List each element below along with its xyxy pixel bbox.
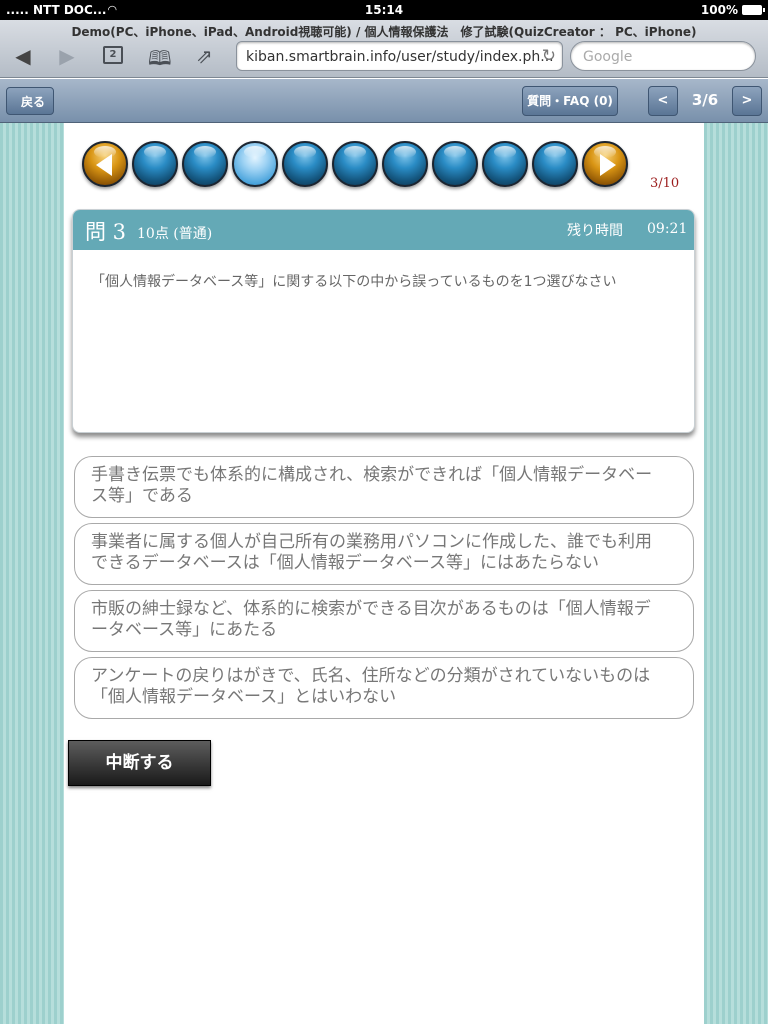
suspend-button[interactable]: 中断する [68, 740, 211, 786]
page-indicator: 3/6 [691, 91, 719, 109]
search-placeholder: Google [583, 49, 633, 65]
answer-choice-4[interactable]: アンケートの戻りはがきで、氏名、住所などの分類がされていないものは「個人情報デー… [74, 657, 694, 719]
remaining-time: 09:21 [647, 221, 688, 237]
address-bar[interactable]: kiban.smartbrain.info/user/study/index.p… [236, 41, 563, 71]
browser-page-title: Demo(PC、iPhone、iPad、Android視聴可能) / 個人情報保… [71, 25, 697, 39]
question-dot-4[interactable] [282, 141, 328, 187]
question-number: 問 3 [85, 220, 127, 244]
reload-icon[interactable]: ↻ [542, 46, 556, 66]
prev-page-button[interactable]: < [648, 86, 678, 116]
remaining-time-label: 残り時間 [567, 223, 623, 239]
clock: 15:14 [364, 3, 404, 17]
browser-forward-button[interactable]: ▶ [52, 43, 82, 69]
right-stripe-border [704, 123, 768, 1024]
question-progress-count: 3/10 [650, 176, 680, 191]
question-dot-3[interactable] [232, 141, 278, 187]
battery-icon [742, 5, 765, 15]
next-page-button[interactable]: > [732, 86, 762, 116]
question-dot-5[interactable] [332, 141, 378, 187]
answer-choice-2[interactable]: 事業者に属する個人が自己所有の業務用パソコンに作成した、誰でも利用できるデータベ… [74, 523, 694, 585]
question-dot-2[interactable] [182, 141, 228, 187]
question-dot-9[interactable] [532, 141, 578, 187]
next-question-arrow-icon[interactable] [582, 141, 628, 187]
app-toolbar: 戻る 質問・FAQ (0) < 3/6 > [0, 79, 768, 123]
question-text: 「個人情報データベース等」に関する以下の中から誤っているものを1つ選びなさい [91, 274, 617, 290]
back-button[interactable]: 戻る [6, 87, 55, 115]
browser-back-button[interactable]: ◀ [8, 43, 38, 69]
search-input[interactable]: Google [570, 41, 756, 71]
status-bar: ..... NTT DOC... ◠ 15:14 100% [0, 0, 768, 20]
answer-choice-1[interactable]: 手書き伝票でも体系的に構成され、検索ができれば「個人情報データベース等」である [74, 456, 694, 518]
question-card: 問 3 10点 (普通) 残り時間 09:21 「個人情報データベース等」に関す… [72, 209, 695, 433]
battery-percent: 100% [700, 3, 738, 17]
question-points: 10点 (普通) [137, 226, 213, 242]
question-dot-6[interactable] [382, 141, 428, 187]
question-dot-8[interactable] [482, 141, 528, 187]
question-header: 問 3 10点 (普通) 残り時間 09:21 [73, 210, 694, 250]
left-stripe-border [0, 123, 64, 1024]
answer-choice-3[interactable]: 市販の紳士録など、体系的に検索ができる目次があるものは「個人情報データベース等」… [74, 590, 694, 652]
url-text: kiban.smartbrain.info/user/study/index.p… [246, 49, 554, 65]
quiz-content: 3/10 問 3 10点 (普通) 残り時間 09:21 「個人情報データベース… [64, 123, 704, 1024]
share-icon[interactable]: ⇗ [196, 44, 213, 68]
prev-question-arrow-icon[interactable] [82, 141, 128, 187]
faq-button[interactable]: 質問・FAQ (0) [522, 86, 618, 116]
browser-toolbar: Demo(PC、iPhone、iPad、Android視聴可能) / 個人情報保… [0, 20, 768, 78]
tabs-icon[interactable]: 2 [103, 46, 123, 64]
question-dot-7[interactable] [432, 141, 478, 187]
bookmarks-icon[interactable]: 🕮 [148, 44, 172, 78]
question-dot-1[interactable] [132, 141, 178, 187]
